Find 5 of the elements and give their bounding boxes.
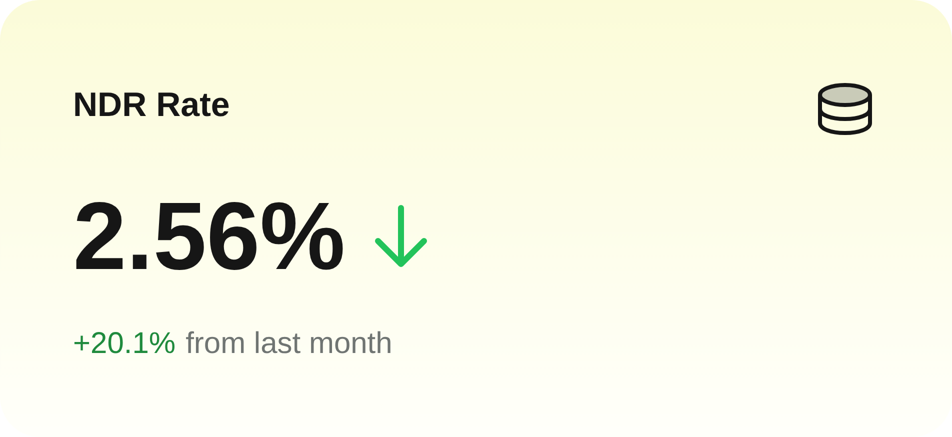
change-value: +20.1% (73, 329, 176, 359)
change-label: from last month (186, 329, 392, 359)
database-icon (816, 81, 874, 137)
card-title: NDR Rate (73, 88, 230, 122)
metric-value: 2.56% (73, 189, 346, 285)
